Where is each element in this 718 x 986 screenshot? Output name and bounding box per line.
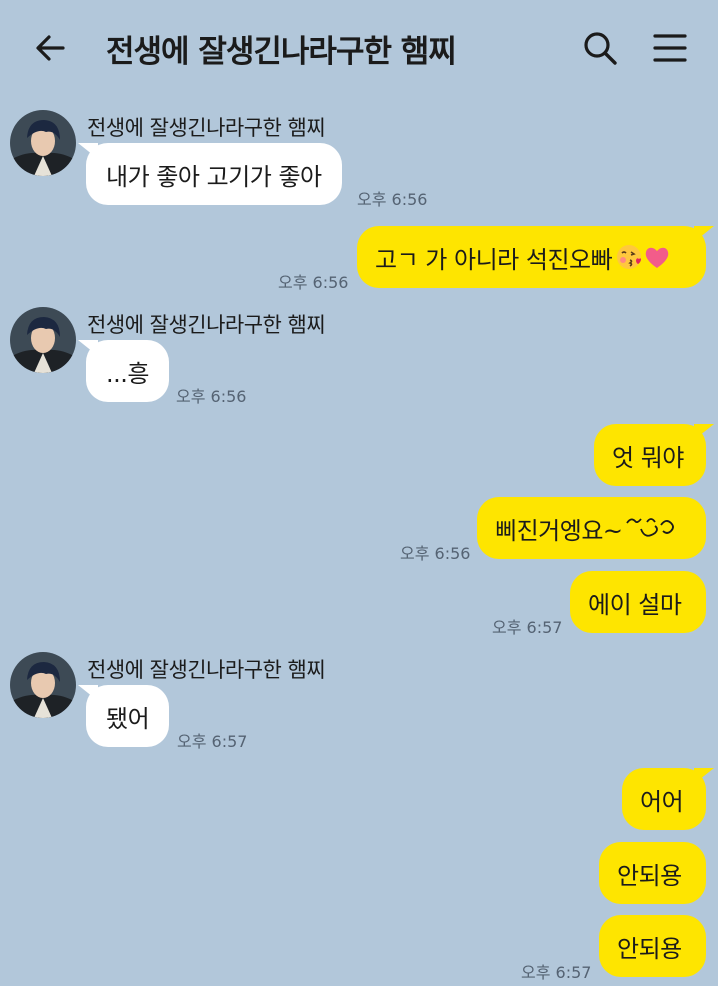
- chat-title: 전생에 잘생긴나라구한 햄찌: [106, 34, 457, 70]
- message-bubble[interactable]: 내가 좋아 고기가 좋아: [78, 143, 342, 205]
- message-bubble[interactable]: ...흥: [78, 340, 169, 402]
- message-bubble[interactable]: 안되용: [599, 915, 706, 977]
- message-bubble[interactable]: 엇 뭐야: [594, 424, 714, 486]
- message-text: 어어: [640, 787, 684, 816]
- message-text: 삐진거엥요~: [495, 516, 623, 545]
- kiss-face-icon: [617, 245, 642, 269]
- message-time: 오후 6:57: [521, 963, 592, 982]
- message-text: 됐어: [106, 704, 150, 733]
- message-time: 오후 6:56: [278, 273, 349, 292]
- message-bubble[interactable]: 됐어: [78, 685, 170, 747]
- sender-name: 전생에 잘생긴나라구한 햄찌: [87, 116, 326, 140]
- avatar[interactable]: [10, 307, 76, 373]
- message-text: 내가 좋아 고기가 좋아: [106, 162, 322, 191]
- message-bubble[interactable]: 삐진거엥요~: [477, 497, 706, 559]
- search-icon[interactable]: [580, 28, 620, 68]
- message-bubble[interactable]: 고ㄱ 가 아니라 석진오빠: [357, 226, 714, 288]
- message-text: 에이 설마: [588, 590, 682, 619]
- message-time: 오후 6:57: [177, 732, 248, 751]
- message-text: ...흥: [106, 359, 149, 388]
- message-text: 엇 뭐야: [612, 443, 684, 472]
- message-bubble[interactable]: 안되용: [599, 842, 706, 904]
- sender-name: 전생에 잘생긴나라구한 햄찌: [87, 313, 326, 337]
- message-time: 오후 6:56: [176, 387, 247, 406]
- pink-heart-icon: [645, 247, 669, 268]
- hamburger-menu-icon[interactable]: [650, 28, 690, 68]
- back-arrow-icon[interactable]: [30, 28, 70, 68]
- message-time: 오후 6:56: [357, 190, 428, 209]
- avatar[interactable]: [10, 652, 76, 718]
- message-text: 고ㄱ 가 아니라 석진오빠: [375, 245, 613, 274]
- squiggle-face-icon: [625, 518, 674, 537]
- sender-name: 전생에 잘생긴나라구한 햄찌: [87, 658, 326, 682]
- message-text: 안되용: [617, 934, 682, 963]
- message-text: 안되용: [617, 861, 682, 890]
- message-bubble[interactable]: 에이 설마: [570, 571, 706, 633]
- chat-header: 전생에 잘생긴나라구한 햄찌: [0, 0, 718, 96]
- avatar[interactable]: [10, 110, 76, 176]
- message-time: 오후 6:57: [492, 618, 563, 637]
- message-time: 오후 6:56: [400, 544, 471, 563]
- message-bubble[interactable]: 어어: [622, 768, 714, 830]
